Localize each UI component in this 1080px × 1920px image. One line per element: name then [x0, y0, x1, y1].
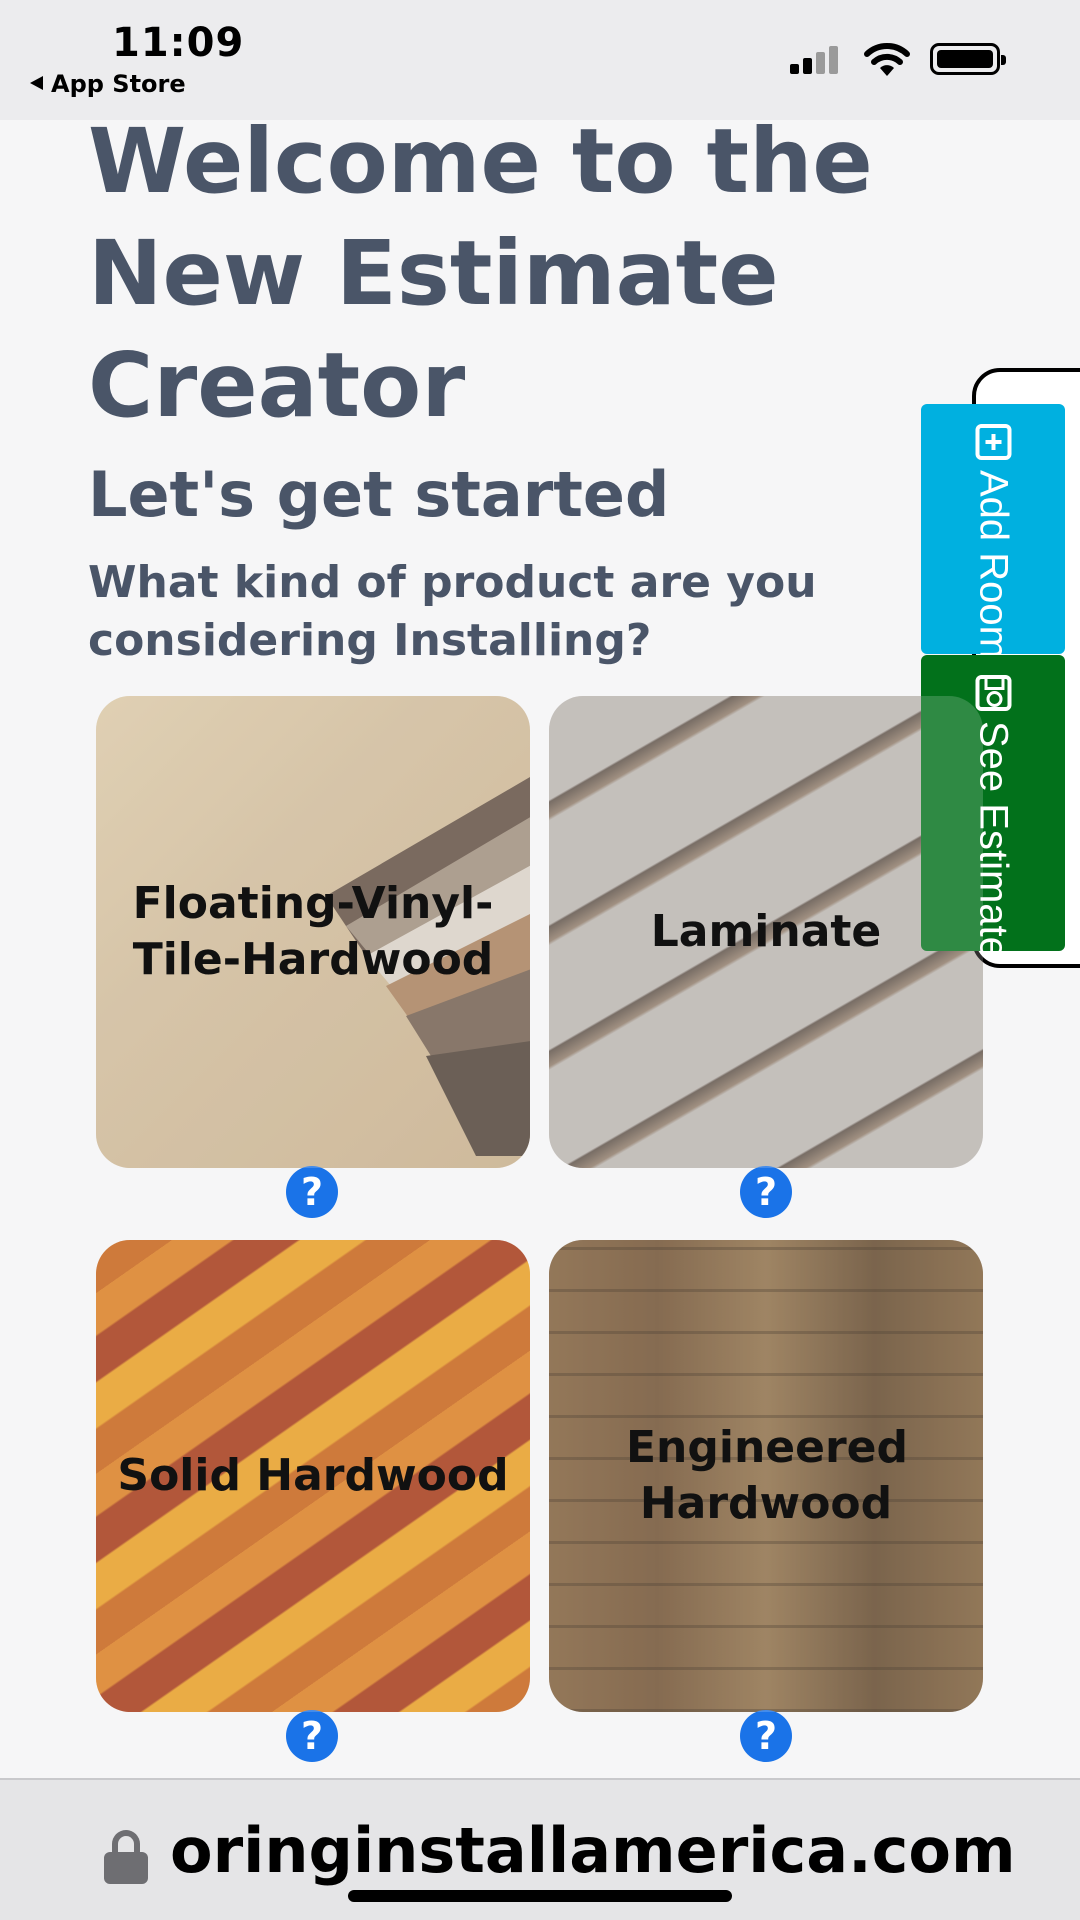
product-label: Engineered Hardwood	[626, 1422, 909, 1529]
help-button-solid-hardwood[interactable]: ?	[286, 1710, 338, 1762]
status-bar: 11:09 App Store	[0, 0, 1080, 120]
product-tile-floating-vinyl[interactable]: Floating-Vinyl-Tile-Hardwood	[96, 696, 530, 1168]
status-time: 11:09	[112, 20, 245, 66]
back-label: App Store	[51, 70, 186, 98]
wifi-icon	[864, 43, 910, 76]
product-label: Floating-Vinyl-Tile-Hardwood	[132, 878, 494, 985]
signal-icon	[790, 44, 842, 74]
lock-icon	[104, 1830, 148, 1884]
page-title: Welcome to the New Estimate Creator	[88, 109, 873, 437]
home-indicator[interactable]	[348, 1890, 732, 1902]
product-tile-laminate[interactable]: Laminate	[549, 696, 983, 1168]
battery-icon	[930, 43, 1006, 75]
add-room-button[interactable]: Add Room	[921, 404, 1065, 659]
help-button-engineered-hardwood[interactable]: ?	[740, 1710, 792, 1762]
url-text[interactable]: oringinstallamerica.com	[170, 1814, 1016, 1887]
back-to-app-store-link[interactable]: App Store	[30, 70, 186, 98]
add-icon	[975, 424, 1011, 460]
product-tile-engineered-hardwood[interactable]: Engineered Hardwood	[549, 1240, 983, 1712]
help-button-floating-vinyl[interactable]: ?	[286, 1166, 338, 1218]
product-question: What kind of product are you considering…	[88, 557, 817, 666]
product-label: Laminate	[650, 906, 882, 957]
product-label: Solid Hardwood	[117, 1450, 509, 1501]
page-subtitle: Let's get started	[88, 458, 670, 531]
product-tile-solid-hardwood[interactable]: Solid Hardwood	[96, 1240, 530, 1712]
add-room-label: Add Room	[971, 470, 1016, 659]
help-button-laminate[interactable]: ?	[740, 1166, 792, 1218]
back-arrow-icon	[30, 76, 43, 90]
